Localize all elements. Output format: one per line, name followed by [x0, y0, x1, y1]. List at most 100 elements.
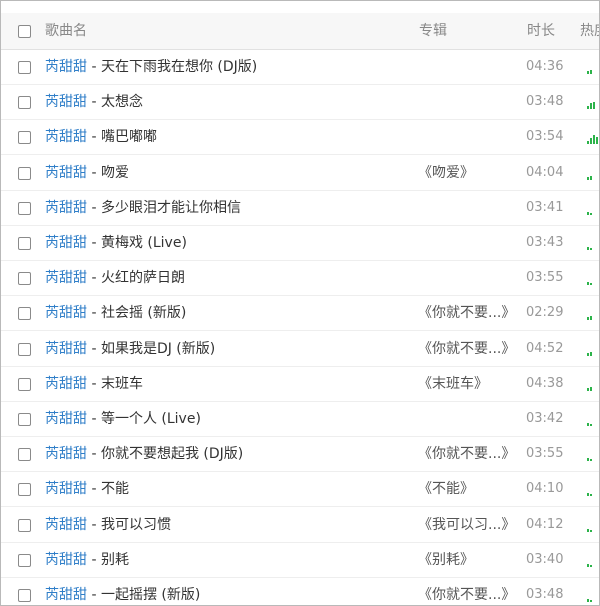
artist-link[interactable]: 芮甜甜 — [45, 341, 87, 357]
song-checkbox[interactable] — [18, 553, 31, 567]
song-row[interactable]: 芮甜甜 - 末班车 《末班车》 04:38 — [1, 367, 599, 402]
heat-bar — [587, 211, 589, 215]
song-row[interactable]: 芮甜甜 - 不能 《不能》 04:10 — [1, 472, 599, 508]
artist-link[interactable]: 芮甜甜 — [45, 59, 87, 75]
song-row[interactable]: 芮甜甜 - 吻爱 《吻爱》 04:04 — [1, 156, 599, 191]
song-title[interactable]: - 社会摇 (新版) — [87, 305, 186, 321]
heat-bar — [587, 247, 589, 250]
song-checkbox[interactable] — [18, 166, 31, 180]
song-row[interactable]: 芮甜甜 - 一起摇摆 (新版) 《你就不要...》 03:48 — [1, 578, 599, 605]
song-duration: 03:41 — [526, 199, 564, 215]
song-row[interactable]: 芮甜甜 - 如果我是DJ (新版) 《你就不要...》 04:52 — [1, 332, 599, 367]
song-checkbox[interactable] — [18, 272, 31, 286]
heat-bar — [587, 387, 589, 391]
song-checkbox[interactable] — [18, 342, 31, 356]
song-title[interactable]: - 一起摇摆 (新版) — [87, 587, 200, 603]
album-link[interactable]: 《你就不要...》 — [418, 296, 515, 330]
song-checkbox[interactable] — [18, 201, 31, 215]
album-link[interactable]: 《你就不要...》 — [418, 332, 515, 366]
artist-link[interactable]: 芮甜甜 — [45, 517, 87, 533]
artist-link[interactable]: 芮甜甜 — [45, 94, 87, 110]
song-row[interactable]: 芮甜甜 - 天在下雨我在想你 (DJ版) 04:36 — [1, 50, 599, 85]
heat-bars-icon — [587, 191, 599, 225]
song-name-cell: 芮甜甜 - 末班车 — [45, 367, 143, 401]
song-title[interactable]: - 你就不要想起我 (DJ版) — [87, 446, 243, 462]
song-name-cell: 芮甜甜 - 社会摇 (新版) — [45, 296, 186, 330]
song-row[interactable]: 芮甜甜 - 黄梅戏 (Live) 03:43 — [1, 226, 599, 261]
song-title[interactable]: - 不能 — [87, 481, 129, 497]
song-checkbox[interactable] — [18, 307, 31, 321]
song-checkbox[interactable] — [18, 377, 31, 391]
song-title[interactable]: - 嘴巴嘟嘟 — [87, 129, 157, 145]
song-title[interactable]: - 多少眼泪才能让你相信 — [87, 200, 241, 216]
album-link[interactable]: 《我可以习...》 — [418, 508, 515, 542]
song-checkbox[interactable] — [18, 483, 31, 497]
artist-link[interactable]: 芮甜甜 — [45, 411, 87, 427]
song-title[interactable]: - 末班车 — [87, 376, 143, 392]
song-checkbox[interactable] — [18, 448, 31, 462]
song-title[interactable]: - 天在下雨我在想你 (DJ版) — [87, 59, 257, 75]
song-row[interactable]: 芮甜甜 - 等一个人 (Live) 03:42 — [1, 402, 599, 437]
song-row[interactable]: 芮甜甜 - 别耗 《别耗》 03:40 — [1, 543, 599, 578]
song-checkbox[interactable] — [18, 413, 31, 426]
column-header-duration[interactable]: 时长 — [527, 13, 555, 49]
artist-link[interactable]: 芮甜甜 — [45, 481, 87, 497]
song-row[interactable]: 芮甜甜 - 火红的萨日朗 03:55 — [1, 261, 599, 297]
artist-link[interactable]: 芮甜甜 — [45, 165, 87, 181]
artist-link[interactable]: 芮甜甜 — [45, 129, 87, 145]
song-title[interactable]: - 火红的萨日朗 — [87, 270, 185, 286]
song-name-cell: 芮甜甜 - 黄梅戏 (Live) — [45, 226, 187, 260]
song-title[interactable]: - 黄梅戏 (Live) — [87, 235, 186, 251]
song-checkbox[interactable] — [18, 518, 31, 532]
album-link[interactable]: 《吻爱》 — [418, 156, 474, 190]
heat-bar — [590, 175, 592, 180]
song-name-cell: 芮甜甜 - 不能 — [45, 472, 129, 506]
song-name-cell: 芮甜甜 - 等一个人 (Live) — [45, 402, 201, 436]
song-title[interactable]: - 等一个人 (Live) — [87, 411, 200, 427]
artist-link[interactable]: 芮甜甜 — [45, 552, 87, 568]
column-header-song-name[interactable]: 歌曲名 — [45, 13, 87, 49]
album-link[interactable]: 《别耗》 — [418, 543, 474, 577]
song-duration: 04:12 — [526, 516, 564, 532]
song-title[interactable]: - 如果我是DJ (新版) — [87, 341, 215, 357]
song-row[interactable]: 芮甜甜 - 多少眼泪才能让你相信 03:41 — [1, 191, 599, 226]
song-row[interactable]: 芮甜甜 - 嘴巴嘟嘟 03:54 — [1, 120, 599, 156]
artist-link[interactable]: 芮甜甜 — [45, 587, 87, 603]
song-row[interactable]: 芮甜甜 - 你就不要想起我 (DJ版) 《你就不要...》 03:55 — [1, 437, 599, 473]
song-title[interactable]: - 太想念 — [87, 94, 143, 110]
album-link[interactable]: 《你就不要...》 — [418, 578, 515, 605]
heat-bars-icon — [587, 578, 599, 605]
album-link[interactable]: 《你就不要...》 — [418, 437, 515, 471]
heat-bar — [590, 212, 592, 215]
song-row[interactable]: 芮甜甜 - 社会摇 (新版) 《你就不要...》 02:29 — [1, 296, 599, 332]
select-all-checkbox[interactable] — [18, 25, 31, 38]
album-link[interactable]: 《不能》 — [418, 472, 474, 506]
heat-bar — [590, 283, 592, 286]
song-checkbox[interactable] — [18, 131, 31, 145]
song-row[interactable]: 芮甜甜 - 我可以习惯 《我可以习...》 04:12 — [1, 508, 599, 543]
artist-link[interactable]: 芮甜甜 — [45, 446, 87, 462]
artist-link[interactable]: 芮甜甜 — [45, 270, 87, 286]
album-link[interactable]: 《末班车》 — [418, 367, 488, 401]
song-duration: 03:48 — [526, 94, 564, 110]
song-name-cell: 芮甜甜 - 火红的萨日朗 — [45, 261, 185, 295]
heat-bars-icon — [587, 508, 599, 542]
heat-bar — [587, 563, 589, 567]
song-checkbox[interactable] — [18, 96, 31, 110]
song-title[interactable]: - 吻爱 — [87, 165, 129, 181]
song-title[interactable]: - 我可以习惯 — [87, 517, 171, 533]
song-duration: 03:54 — [526, 129, 564, 145]
song-checkbox[interactable] — [18, 61, 31, 74]
artist-link[interactable]: 芮甜甜 — [45, 200, 87, 216]
song-duration: 03:55 — [526, 270, 564, 286]
song-checkbox[interactable] — [18, 237, 31, 250]
heat-bar — [590, 529, 592, 532]
song-row[interactable]: 芮甜甜 - 太想念 03:48 — [1, 85, 599, 121]
column-header-album[interactable]: 专辑 — [419, 13, 447, 49]
artist-link[interactable]: 芮甜甜 — [45, 235, 87, 251]
column-header-heat[interactable]: 热度 — [580, 13, 599, 49]
artist-link[interactable]: 芮甜甜 — [45, 376, 87, 392]
song-title[interactable]: - 别耗 — [87, 552, 129, 568]
artist-link[interactable]: 芮甜甜 — [45, 305, 87, 321]
song-checkbox[interactable] — [18, 589, 31, 602]
